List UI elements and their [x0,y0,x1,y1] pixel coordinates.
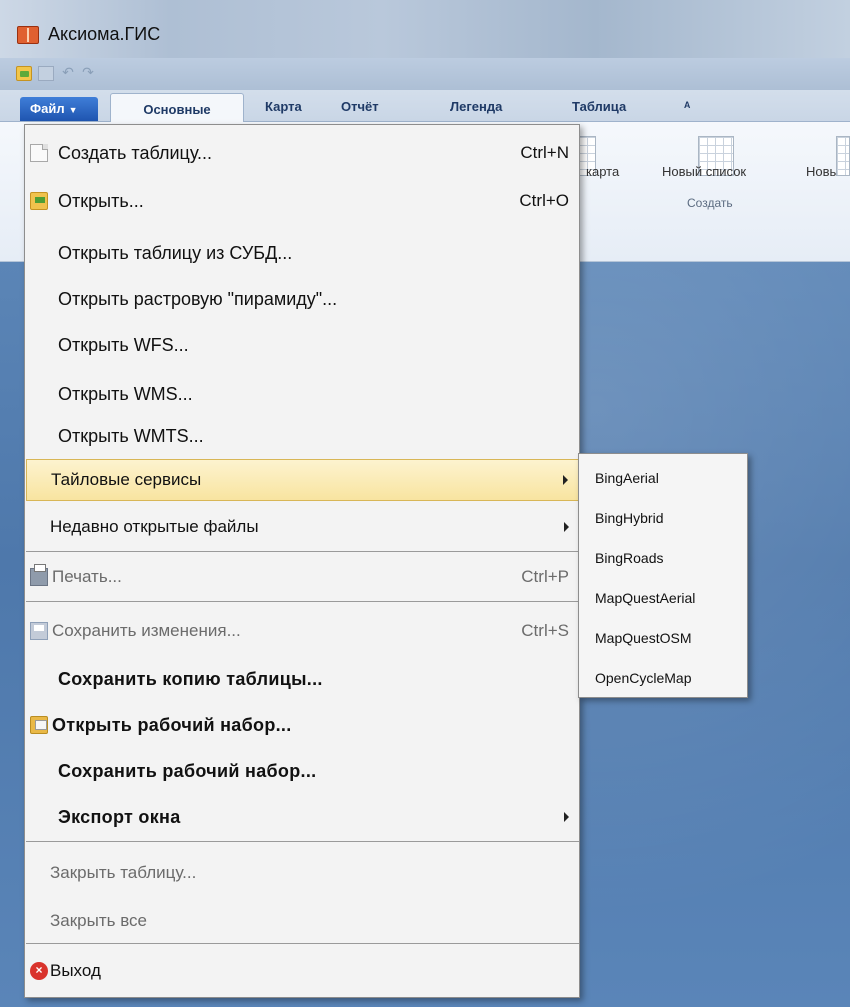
chevron-right-icon [564,522,569,532]
open-folder-icon [30,192,48,210]
menu-item-create-table[interactable]: Создать таблицу... Ctrl+N [26,133,579,173]
menu-item-label: Открыть WFS... [58,335,189,355]
ribbon-group-create: Создать [687,196,733,210]
menu-item-close-table[interactable]: Закрыть таблицу... [26,853,579,893]
menu-item-tile-services[interactable]: Тайловые сервисы [26,459,579,501]
menu-item-label: Сохранить копию таблицы... [58,669,323,689]
menu-item-label: Открыть растровую "пирамиду"... [58,289,338,309]
chevron-down-icon: ▼ [68,105,78,115]
app-icon [17,26,39,44]
menu-item-save-copy[interactable]: Сохранить копию таблицы... [26,659,579,699]
submenu-item-bing-roads[interactable]: BingRoads [595,550,664,566]
save-icon[interactable] [38,66,54,81]
tab-map[interactable]: Карта [265,99,302,114]
menu-item-exit[interactable]: × Выход [26,951,579,991]
menu-item-label: Создать таблицу... [58,143,213,163]
menu-item-shortcut: Ctrl+S [521,621,569,640]
menu-item-label: Открыть таблицу из СУБД... [58,243,293,263]
menu-item-label: Экспорт окна [58,807,181,827]
undo-icon[interactable]: ↶ [60,66,76,81]
menu-item-label: Закрыть все [50,911,147,930]
submenu-item-open-cycle-map[interactable]: OpenCycleMap [595,670,692,686]
menu-item-label: Открыть WMS... [58,384,193,404]
menu-item-export-window[interactable]: Экспорт окна [26,797,579,837]
new-button-label[interactable]: Новь [806,164,836,179]
submenu-item-mapquest-osm[interactable]: MapQuestOSM [595,630,691,646]
tab-file[interactable]: Файл ▼ [20,97,98,121]
menu-item-label: Открыть рабочий набор... [52,715,292,735]
menu-item-open-pyramid[interactable]: Открыть растровую "пирамиду"... [26,279,579,319]
workset-folder-icon [30,716,48,734]
menu-item-open[interactable]: Открыть... Ctrl+O [26,181,579,221]
menu-item-label: Сохранить рабочий набор... [58,761,317,781]
printer-icon [30,564,48,586]
menu-separator [26,551,579,552]
title-bar: Аксиома.ГИС [0,0,850,58]
menu-item-shortcut: Ctrl+O [519,191,569,210]
new-map-button-label[interactable]: карта [586,164,619,179]
menu-item-open-wfs[interactable]: Открыть WFS... [26,325,579,365]
menu-item-open-wms[interactable]: Открыть WMS... [26,374,579,414]
menu-separator [26,601,579,602]
menu-separator [26,841,579,842]
open-icon[interactable] [16,66,32,81]
menu-item-label: Открыть WMTS... [58,426,204,446]
save-table-icon [30,622,48,640]
exit-icon: × [30,962,48,980]
menu-item-recent-files[interactable]: Недавно открытые файлы [26,507,579,547]
tab-extra[interactable]: ᴬ [684,99,690,114]
menu-item-save-changes[interactable]: Сохранить изменения... Ctrl+S [26,611,579,651]
tab-legend[interactable]: Легенда [450,99,502,114]
ribbon-tab-bar: Файл ▼ Основные Карта Отчёт Легенда Табли… [0,90,850,123]
menu-item-save-workset[interactable]: Сохранить рабочий набор... [26,751,579,791]
file-menu: Создать таблицу... Ctrl+N Открыть... Ctr… [24,124,580,998]
menu-item-label: Недавно открытые файлы [50,517,259,536]
menu-separator [26,943,579,944]
submenu-item-mapquest-aerial[interactable]: MapQuestAerial [595,590,695,606]
chevron-right-icon [564,812,569,822]
submenu-item-bing-aerial[interactable]: BingAerial [595,470,659,486]
window-title: Аксиома.ГИС [48,24,161,44]
quick-access-toolbar: ↶ ↷ [0,58,850,90]
redo-icon[interactable]: ↷ [80,66,96,81]
document-icon [30,144,48,162]
tab-file-label: Файл [30,101,65,116]
new-item-icon[interactable] [836,136,850,176]
menu-item-label: Тайловые сервисы [51,470,202,489]
menu-item-label: Закрыть таблицу... [50,863,197,882]
menu-item-close-all[interactable]: Закрыть все [26,901,579,941]
menu-item-open-wmts[interactable]: Открыть WMTS... [26,416,579,456]
tab-main[interactable]: Основные [110,93,244,123]
menu-item-label: Печать... [52,567,122,586]
menu-item-print[interactable]: Печать... Ctrl+P [26,557,579,597]
new-list-button-label[interactable]: Новый список [662,164,746,179]
tab-report[interactable]: Отчёт [341,99,379,114]
menu-item-open-workset[interactable]: Открыть рабочий набор... [26,705,579,745]
chevron-right-icon [563,475,568,485]
menu-item-label: Выход [50,961,101,980]
tile-services-submenu: BingAerial BingHybrid BingRoads MapQuest… [578,453,748,698]
tab-table[interactable]: Таблица [572,99,626,114]
menu-item-label: Открыть... [58,191,144,211]
menu-item-label: Сохранить изменения... [52,621,241,640]
menu-item-shortcut: Ctrl+N [520,143,569,162]
menu-item-shortcut: Ctrl+P [521,567,569,586]
menu-item-open-dbms[interactable]: Открыть таблицу из СУБД... [26,233,579,273]
submenu-item-bing-hybrid[interactable]: BingHybrid [595,510,663,526]
